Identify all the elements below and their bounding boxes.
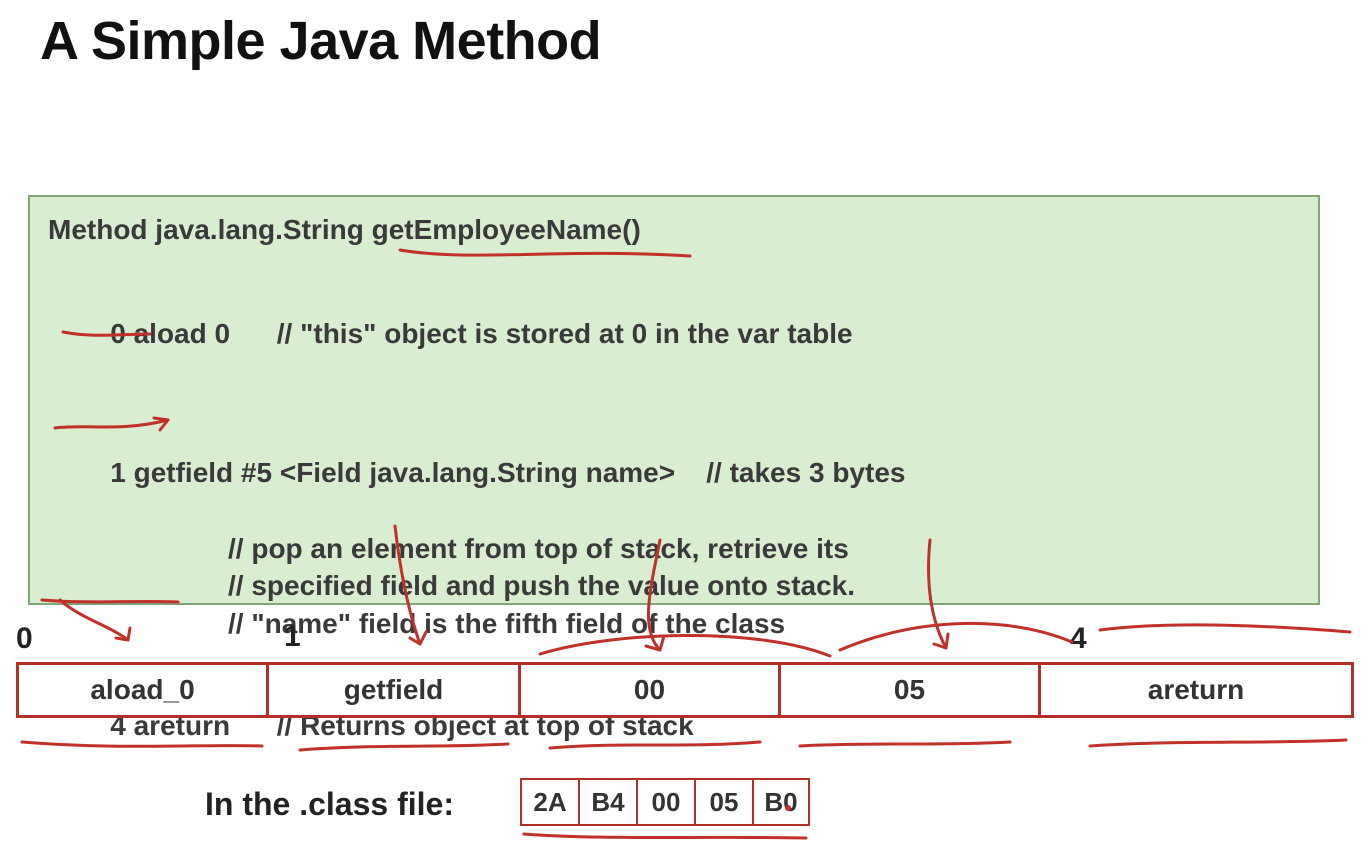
byte-index-1: 1: [284, 620, 301, 654]
byte-cell-1: getfield: [266, 662, 518, 718]
bytecode-listing-panel: Method java.lang.String getEmployeeName(…: [28, 195, 1320, 605]
hex-byte-1: B4: [578, 778, 636, 826]
byte-cell-3: 05: [778, 662, 1038, 718]
method-signature: Method java.lang.String getEmployeeName(…: [48, 211, 1300, 249]
bytecode-line-1: 1 getfield #5 <Field java.lang.String na…: [48, 416, 1300, 529]
byte-cell-2: 00: [518, 662, 778, 718]
bytecode-line-1-comment-a: // pop an element from top of stack, ret…: [48, 530, 1300, 568]
slide-title: A Simple Java Method: [40, 10, 601, 72]
byte-index-0: 0: [16, 622, 33, 656]
bytecode-byte-strip: aload_0 getfield 00 05 areturn: [16, 662, 1354, 718]
bytecode-line-1-comment-b: // specified field and push the value on…: [48, 567, 1300, 605]
hex-byte-2: 00: [636, 778, 694, 826]
hex-byte-3: 05: [694, 778, 752, 826]
hex-byte-0: 2A: [520, 778, 578, 826]
classfile-label: In the .class file:: [205, 786, 454, 823]
classfile-hex-bytes: 2A B4 00 05 B0: [520, 778, 810, 826]
bytecode-line-0: 0 aload 0 // "this" object is stored at …: [48, 277, 1300, 390]
bytecode-line-1-comment-c: // "name" field is the fifth field of th…: [48, 605, 1300, 643]
byte-cell-0: aload_0: [16, 662, 266, 718]
byte-cell-4: areturn: [1038, 662, 1354, 718]
byte-index-4: 4: [1070, 622, 1087, 656]
hex-byte-4: B0: [752, 778, 810, 826]
